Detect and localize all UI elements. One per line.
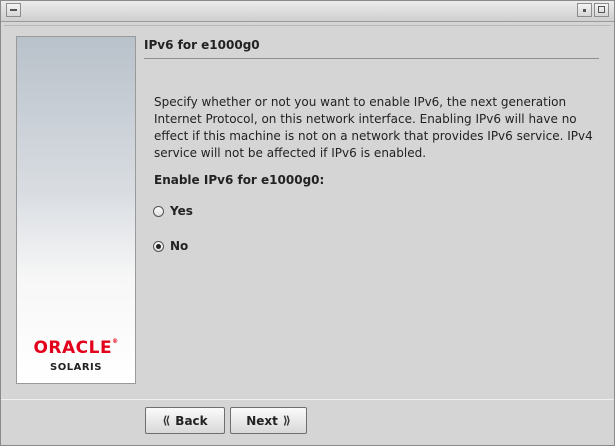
description-text: Specify whether or not you want to enabl… xyxy=(154,95,593,160)
back-button[interactable]: ⟪ Back xyxy=(145,407,225,434)
maximize-icon[interactable] xyxy=(594,3,609,17)
page-title: IPv6 for e1000g0 xyxy=(144,38,599,59)
installer-window: ORACLE® SOLARIS IPv6 for e1000g0 Specify… xyxy=(0,0,615,446)
radio-yes[interactable]: Yes xyxy=(153,203,193,219)
next-button-label: Next xyxy=(246,413,278,428)
radio-no-label[interactable]: No xyxy=(170,239,188,253)
enable-ipv6-question: Enable IPv6 for e1000g0: xyxy=(154,173,325,187)
branding-sidebar: ORACLE® SOLARIS xyxy=(16,36,136,384)
solaris-label: SOLARIS xyxy=(50,362,102,373)
radio-yes-label[interactable]: Yes xyxy=(170,204,193,218)
double-chevron-left-icon: ⟪ xyxy=(162,414,171,427)
back-button-label: Back xyxy=(175,413,208,428)
content-area: IPv6 for e1000g0 Specify whether or not … xyxy=(144,26,611,399)
radio-no-circle[interactable] xyxy=(153,240,164,252)
radio-yes-circle[interactable] xyxy=(153,205,164,217)
title-bar xyxy=(1,1,614,22)
main-panel: ORACLE® SOLARIS IPv6 for e1000g0 Specify… xyxy=(4,25,611,400)
button-bar: ⟪ Back Next ⟫ xyxy=(1,399,614,446)
window-menu-icon[interactable] xyxy=(6,3,21,17)
next-button[interactable]: Next ⟫ xyxy=(230,407,307,434)
oracle-logo: ORACLE® xyxy=(33,338,119,358)
radio-no[interactable]: No xyxy=(153,238,188,254)
double-chevron-right-icon: ⟫ xyxy=(282,414,291,427)
minimize-icon[interactable] xyxy=(577,3,592,17)
